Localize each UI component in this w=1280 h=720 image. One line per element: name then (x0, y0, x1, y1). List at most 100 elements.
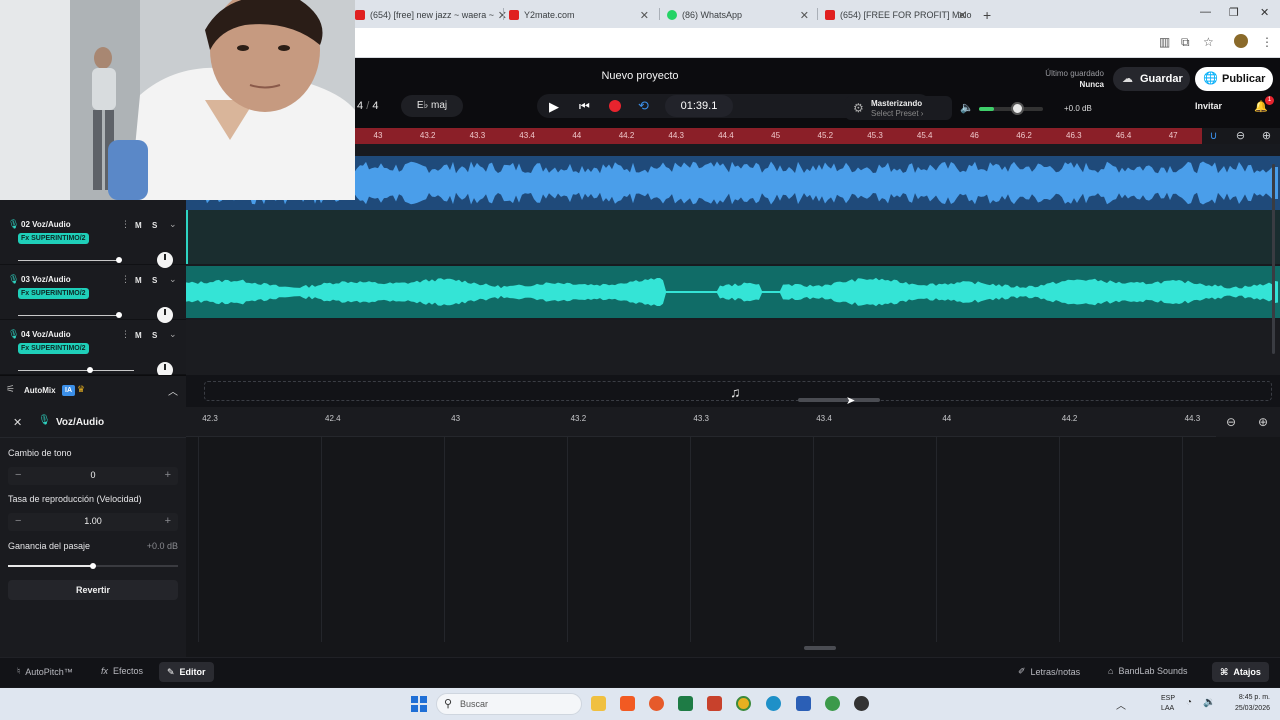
zoom-in-icon[interactable]: ⊕ (1260, 130, 1273, 143)
chrome-profile-icon[interactable] (825, 696, 840, 711)
timeline-ruler[interactable]: 43 43.2 43.3 43.4 44 44.2 44.3 44.4 45 45.2 45.3 45… (355, 128, 1280, 144)
solo-button[interactable]: S (152, 331, 157, 340)
plus-icon[interactable]: + (165, 469, 171, 481)
close-icon[interactable]: ✕ (13, 416, 22, 429)
track-lane-03[interactable] (186, 266, 1280, 318)
mastering-preset-button[interactable]: ⚙ Masterizando Select Preset › (845, 96, 952, 120)
windows-start-icon[interactable] (411, 696, 427, 712)
clock-date[interactable]: 25/03/2026 (1218, 705, 1270, 712)
address-bar[interactable]: ▥ ⧉ ☆ ⋮ (355, 28, 1280, 58)
track-lane-04[interactable] (186, 320, 1280, 375)
solo-button[interactable]: S (152, 221, 157, 230)
language-bottom[interactable]: LAA (1161, 705, 1174, 712)
firefox-icon[interactable] (649, 696, 664, 711)
chrome-icon[interactable] (736, 696, 751, 711)
editor-scrollbar[interactable] (804, 646, 836, 650)
track-name[interactable]: 04 Voz/Audio (21, 330, 71, 339)
editor-ruler[interactable]: 42.3 42.4 43 43.2 43.3 43.4 44 44.2 44.3 ⊖ ⊕ (186, 407, 1280, 437)
chevron-down-icon[interactable]: ⌄ (169, 329, 177, 340)
skip-back-icon[interactable]: ⏮ (579, 99, 590, 114)
browser-tab[interactable]: (654) [FREE FOR PROFIT] Melo ✕ (825, 4, 972, 26)
zoom-out-icon[interactable]: ⊖ (1234, 130, 1247, 143)
pitch-value[interactable]: 0 (8, 470, 178, 480)
project-title[interactable]: Nuevo proyecto (355, 70, 925, 82)
editor-tab[interactable]: ✎ Editor (159, 662, 214, 682)
new-tab-button[interactable]: + (983, 4, 991, 26)
close-window-icon[interactable]: ✕ (1260, 6, 1269, 19)
effects-tab[interactable]: fx Efectos (101, 666, 143, 676)
pitch-stepper[interactable]: − 0 + (8, 467, 178, 485)
audio-editor-canvas[interactable]: 42.3 42.4 43 43.2 43.3 43.4 44 44.2 44.3 ⊖ ⊕ (186, 407, 1280, 657)
zoom-in-icon[interactable]: ⊕ (1258, 415, 1268, 429)
track-header[interactable]: 🎙 02 Voz/Audio ⋮ M S ⌄ Fx SUPERINTIMO/2 (0, 210, 186, 268)
track-header[interactable]: 🎙 04 Voz/Audio ⋮ M S ⌄ Fx SUPERINTIMO/2 (0, 320, 186, 378)
track-menu-icon[interactable]: ⋮ (121, 219, 130, 230)
profile-avatar[interactable] (1234, 34, 1248, 48)
track-volume-handle[interactable] (115, 257, 122, 263)
close-tab-icon[interactable]: ✕ (958, 9, 967, 22)
bookmark-star-icon[interactable]: ☆ (1203, 35, 1214, 49)
powerpoint-icon[interactable] (707, 696, 722, 711)
track-lane-02[interactable] (186, 210, 1280, 264)
fx-badge[interactable]: Fx SUPERINTIMO/2 (18, 288, 89, 299)
track-menu-icon[interactable]: ⋮ (121, 274, 130, 285)
add-track-drop-zone[interactable]: ♫ ➤ (186, 375, 1280, 407)
minimize-icon[interactable]: — (1200, 6, 1211, 18)
master-volume-slider[interactable] (979, 102, 1043, 115)
revert-button[interactable]: Revertir (8, 580, 178, 600)
edge-icon[interactable] (766, 696, 781, 711)
track-header[interactable]: 🎙 03 Voz/Audio ⋮ M S ⌄ Fx SUPERINTIMO/2 (0, 265, 186, 323)
app-icon[interactable] (854, 696, 869, 711)
chevron-up-icon[interactable]: ︿ (168, 383, 178, 398)
track-name[interactable]: 02 Voz/Audio (21, 220, 71, 229)
invite-button[interactable]: Invitar (1195, 101, 1222, 111)
track-volume-slider[interactable] (18, 315, 120, 316)
restore-icon[interactable]: ❐ (1229, 6, 1239, 19)
fx-badge[interactable]: Fx SUPERINTIMO/2 (18, 233, 89, 244)
close-tab-icon[interactable]: ✕ (640, 9, 649, 22)
chevron-up-icon[interactable]: ︿ (1116, 697, 1126, 712)
shortcuts-button[interactable]: ⌘ Atajos (1212, 662, 1269, 682)
snap-magnet-icon[interactable]: ∪ (1207, 130, 1220, 143)
zoom-out-icon[interactable]: ⊖ (1226, 415, 1236, 429)
chevron-down-icon[interactable]: ⌄ (169, 219, 177, 230)
tracks-scrollbar[interactable] (1272, 164, 1275, 354)
play-icon[interactable]: ▶ (549, 99, 559, 115)
brave-icon[interactable] (620, 696, 635, 711)
rate-value[interactable]: 1.00 (8, 516, 178, 526)
word-icon[interactable] (796, 696, 811, 711)
menu-dots-icon[interactable]: ⋮ (1261, 35, 1273, 49)
mute-button[interactable]: M (135, 331, 142, 340)
save-button[interactable]: ☁ Guardar (1113, 67, 1190, 91)
excel-icon[interactable] (678, 696, 693, 711)
reading-list-icon[interactable]: ▥ (1159, 35, 1170, 49)
publish-button[interactable]: 🌐 Publicar (1195, 67, 1273, 91)
taskbar-search[interactable]: ⚲ Buscar (436, 693, 582, 715)
mute-button[interactable]: M (135, 221, 142, 230)
speaker-icon[interactable]: 🔈 (960, 101, 974, 114)
close-tab-icon[interactable]: ✕ (800, 9, 809, 22)
chevron-down-icon[interactable]: ⌄ (169, 274, 177, 285)
record-icon[interactable] (609, 100, 621, 112)
solo-button[interactable]: S (152, 276, 157, 285)
track-volume-slider[interactable] (18, 260, 120, 261)
fx-badge[interactable]: Fx SUPERINTIMO/2 (18, 343, 89, 354)
automix-row[interactable]: ⚟ AutoMix IA ♛ ︿ (0, 375, 186, 407)
file-explorer-icon[interactable] (591, 696, 606, 711)
track-volume-slider[interactable] (18, 370, 134, 371)
autopitch-tab[interactable]: ♮ AutoPitch™ (17, 666, 73, 677)
browser-tab[interactable]: (86) WhatsApp ✕ (667, 4, 809, 26)
track-volume-handle[interactable] (86, 367, 93, 373)
key-selector[interactable]: E♭ maj (401, 95, 463, 117)
bandlab-sounds-tab[interactable]: ⌂ BandLab Sounds (1108, 666, 1188, 676)
browser-tab[interactable]: (654) [free] new jazz ~ waera ~ ✕ (355, 4, 507, 26)
language-top[interactable]: ESP (1161, 695, 1175, 702)
horizontal-scrollbar[interactable] (798, 398, 880, 402)
track-volume-handle[interactable] (115, 312, 122, 318)
plus-icon[interactable]: + (165, 515, 171, 527)
mute-button[interactable]: M (135, 276, 142, 285)
volume-icon[interactable]: 🔉 (1203, 697, 1215, 708)
wifi-icon[interactable]: ◔ (1186, 697, 1192, 708)
rate-stepper[interactable]: − 1.00 + (8, 513, 178, 531)
track-name[interactable]: 03 Voz/Audio (21, 275, 71, 284)
